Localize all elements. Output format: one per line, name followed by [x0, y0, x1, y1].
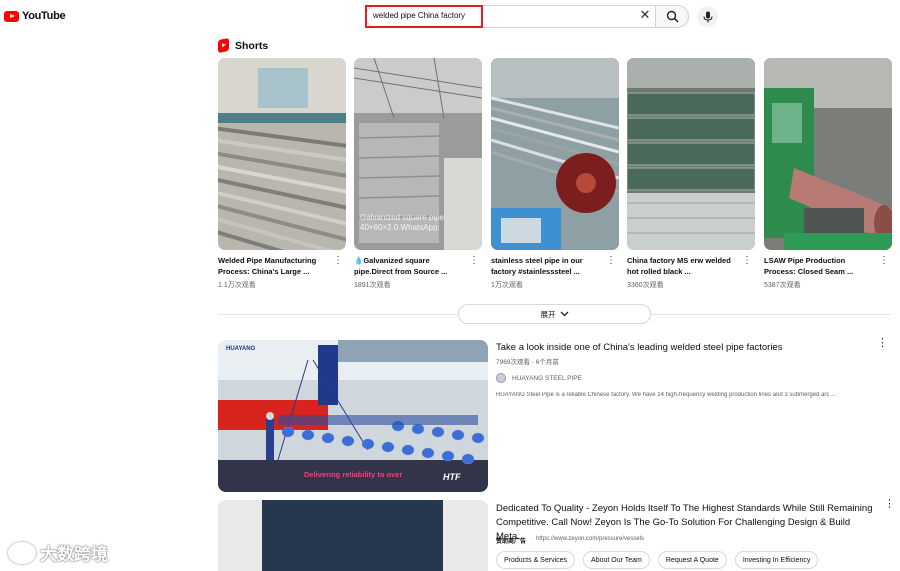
- shorts-header: Shorts: [218, 37, 269, 54]
- logo-text: YouTube: [22, 10, 66, 22]
- short-card[interactable]: Galvanized square pipe 40×60×2.0 WhatsAp…: [354, 58, 482, 289]
- search-icon: [666, 10, 679, 23]
- more-options-icon[interactable]: ⋮: [469, 256, 479, 266]
- ad-sitelinks: Products & Services About Our Team Reque…: [496, 551, 819, 569]
- search-query[interactable]: welded pipe China factory: [373, 11, 465, 20]
- channel-name[interactable]: HUAYANG STEEL PIPE: [512, 375, 582, 382]
- ad-thumbnail[interactable]: [218, 500, 488, 571]
- more-options-icon[interactable]: ⋮: [877, 338, 888, 349]
- ad-separator: ·: [530, 536, 533, 542]
- mic-button[interactable]: [697, 6, 718, 27]
- short-thumbnail[interactable]: Galvanized square pipe 40×60×2.0 WhatsAp…: [354, 58, 482, 250]
- short-views: 5387次观看: [764, 282, 801, 289]
- shorts-heading: Shorts: [235, 39, 269, 52]
- short-card[interactable]: Welded Pipe Manufacturing Process: China…: [218, 58, 346, 289]
- video-meta: 7969次观看 · 6个月前: [496, 359, 559, 366]
- youtube-logo[interactable]: YouTube: [4, 10, 66, 22]
- chevron-down-icon: [560, 311, 568, 317]
- ad-link-products[interactable]: Products & Services: [496, 551, 576, 569]
- clear-icon[interactable]: ✕: [637, 7, 653, 25]
- more-options-icon[interactable]: ⋮: [742, 256, 752, 266]
- more-options-icon[interactable]: ⋮: [333, 256, 343, 266]
- ad-link-about[interactable]: About Our Team: [583, 551, 650, 569]
- more-options-icon[interactable]: ⋮: [879, 256, 889, 266]
- microphone-icon: [702, 11, 713, 22]
- more-options-icon[interactable]: ⋮: [884, 499, 895, 510]
- short-title[interactable]: 💧Galvanized square pipe.Direct from Sour…: [354, 255, 466, 277]
- more-options-icon[interactable]: ⋮: [606, 256, 616, 266]
- short-thumbnail[interactable]: [491, 58, 619, 250]
- thumbnail-caption: Delivering reliability to over: [304, 470, 403, 479]
- short-title[interactable]: stainless steel pipe in our factory #sta…: [491, 255, 603, 277]
- shorts-icon: [218, 37, 229, 54]
- short-views: 1891次观看: [354, 282, 391, 289]
- short-card[interactable]: LSAW Pipe Production Process: Closed Sea…: [764, 58, 892, 289]
- short-views: 3360次观看: [627, 282, 664, 289]
- watermark: 大数跨境: [8, 540, 108, 565]
- youtube-play-icon: [4, 10, 19, 22]
- short-thumbnail[interactable]: [764, 58, 892, 250]
- short-overlay-text: Galvanized square pipe 40×60×2.0 WhatsAp…: [360, 213, 445, 232]
- ad-meta: 赞助商广告 · https://www.zeyon.com/pressure/v…: [496, 536, 644, 545]
- short-views: 1.1万次观看: [218, 282, 256, 289]
- expand-label: 展开: [540, 309, 556, 319]
- channel-row[interactable]: HUAYANG STEEL PIPE: [496, 373, 582, 383]
- thumbnail-badge: HTF: [443, 472, 461, 482]
- short-card[interactable]: China factory MS erw welded hot rolled b…: [627, 58, 755, 289]
- watermark-text: 大数跨境: [40, 545, 108, 564]
- channel-avatar[interactable]: [496, 373, 506, 383]
- short-thumbnail[interactable]: [218, 58, 346, 250]
- ad-link-quote[interactable]: Request A Quote: [657, 551, 727, 569]
- search-button[interactable]: [655, 5, 689, 28]
- short-card[interactable]: stainless steel pipe in our factory #sta…: [491, 58, 619, 289]
- watermark-logo-icon: [8, 541, 36, 564]
- ad-image: [262, 500, 443, 571]
- short-thumbnail[interactable]: [627, 58, 755, 250]
- thumbnail-brand: HUAYANG: [226, 346, 256, 352]
- video-thumbnail[interactable]: HUAYANG Delivering reliability to over H…: [218, 340, 488, 492]
- short-views: 1万次观看: [491, 282, 523, 289]
- short-title[interactable]: China factory MS erw welded hot rolled b…: [627, 255, 739, 277]
- expand-button[interactable]: 展开: [458, 304, 651, 324]
- sponsored-label: 赞助商广告: [496, 539, 527, 545]
- ad-url[interactable]: https://www.zeyon.com/pressure/vessels: [536, 536, 644, 545]
- short-title[interactable]: Welded Pipe Manufacturing Process: China…: [218, 255, 330, 277]
- video-description: HUAYANG Steel Pipe is a reliable Chinese…: [496, 392, 837, 398]
- ad-link-efficiency[interactable]: Investing In Efficiency: [734, 551, 819, 569]
- video-title[interactable]: Take a look inside one of China's leadin…: [496, 342, 871, 354]
- short-title[interactable]: LSAW Pipe Production Process: Closed Sea…: [764, 255, 876, 277]
